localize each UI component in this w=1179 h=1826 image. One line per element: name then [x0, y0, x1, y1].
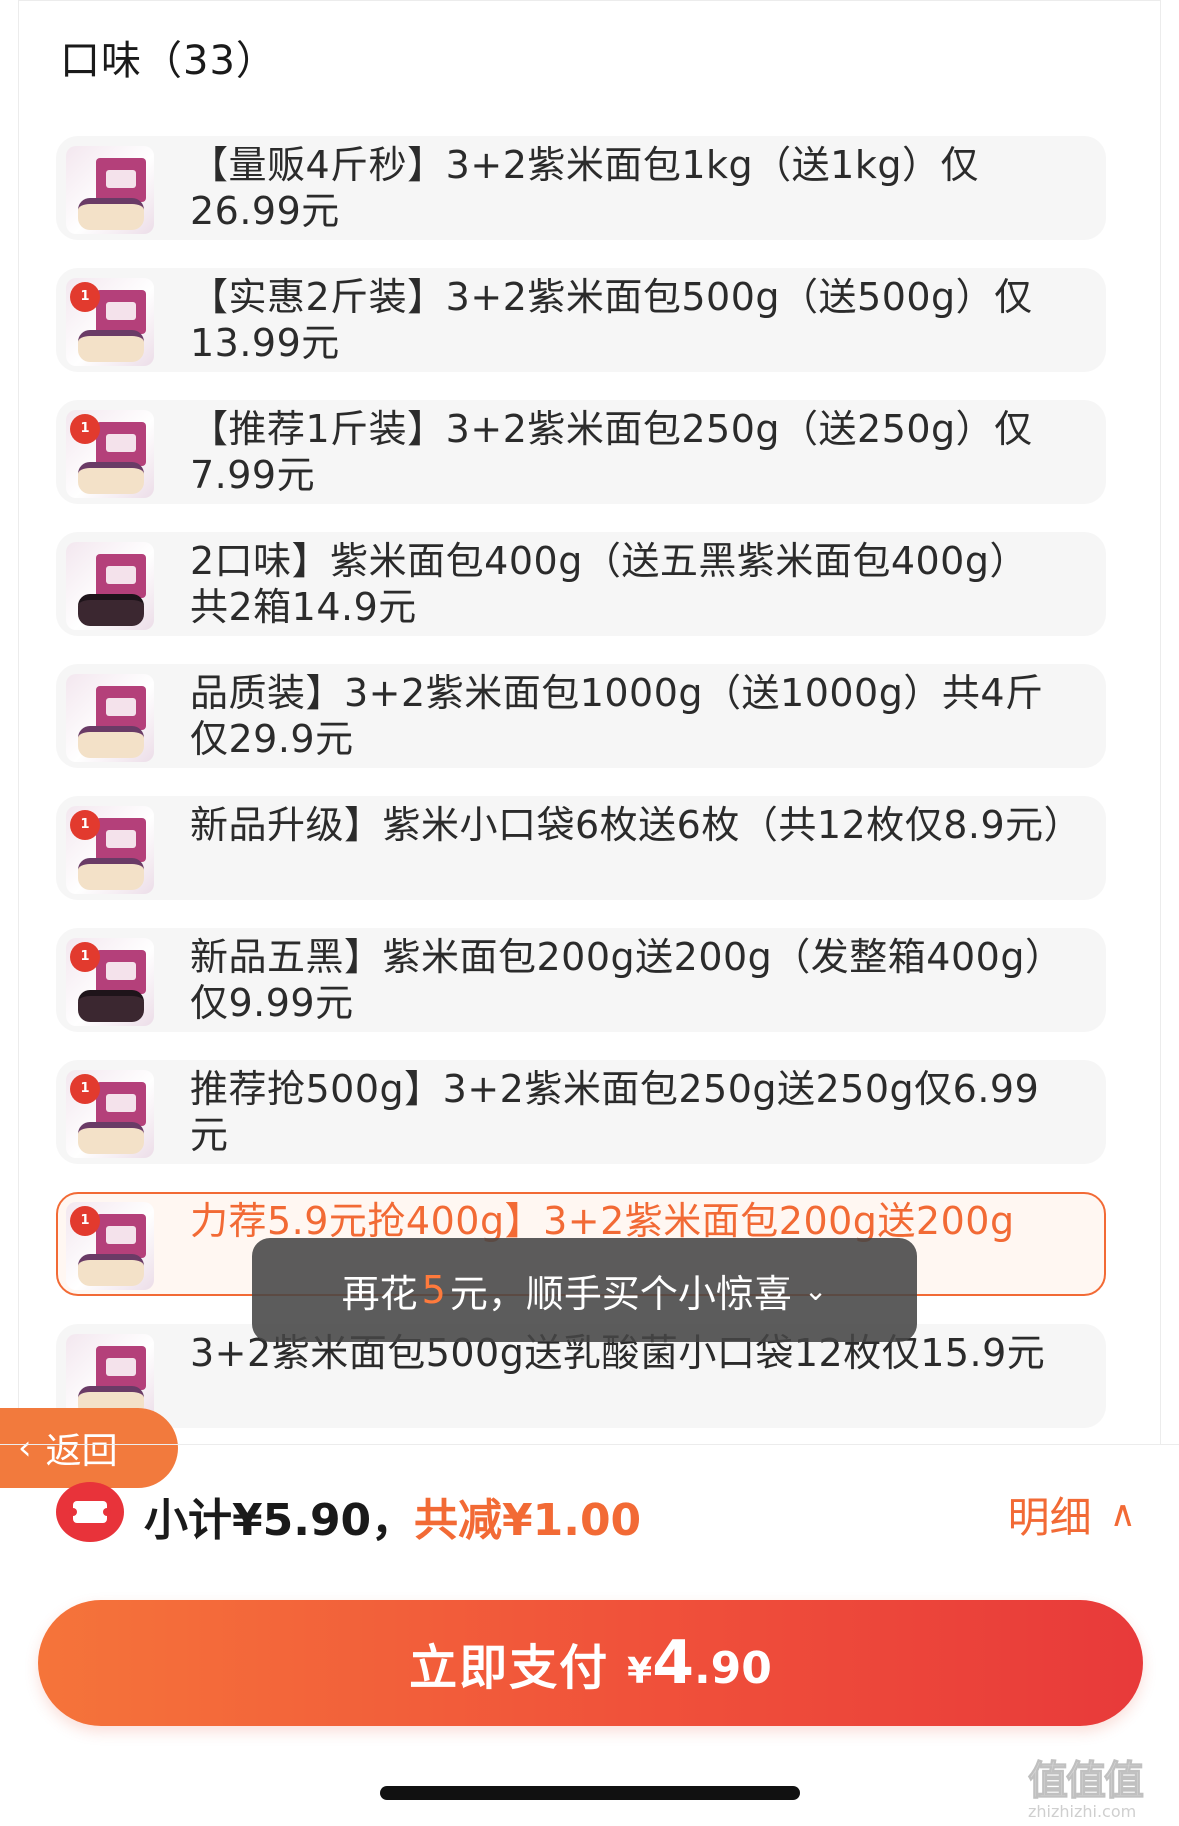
site-watermark: 值值值 zhizhizhi.com [1028, 1748, 1173, 1822]
product-thumbnail: 1 [66, 938, 154, 1026]
product-thumbnail [66, 146, 154, 234]
detail-toggle[interactable]: 明细 ∧ [1008, 1484, 1136, 1545]
toast-prefix: 再花 [341, 1271, 418, 1316]
flavor-option-label: 新品五黑】紫米面包200g送200g（发整箱400g）仅9.99元 [190, 935, 1064, 1025]
flavor-option-label: 推荐抢500g】3+2紫米面包250g送250g仅6.99元 [190, 1067, 1040, 1157]
product-thumbnail: 1 [66, 278, 154, 366]
back-button[interactable]: ‹ 返回 [0, 1408, 178, 1488]
pay-now-button[interactable]: 立即支付 ¥4.90 [38, 1600, 1143, 1726]
flavor-option-label: 品质装】3+2紫米面包1000g（送1000g）共4斤仅29.9元 [190, 671, 1044, 761]
coupon-icon [56, 1482, 124, 1542]
back-label: 返回 [45, 1431, 118, 1472]
flavor-option-label: 2口味】紫米面包400g（送五黑紫米面包400g）共2箱14.9元 [190, 539, 1028, 629]
subtotal-text: 小计¥5.90， [144, 1495, 416, 1546]
section-title: 口味（33） [60, 38, 277, 84]
product-thumbnail: 1 [66, 1202, 154, 1290]
flavor-option-label: 【量贩4斤秒】3+2紫米面包1kg（送1kg）仅26.99元 [190, 143, 979, 233]
quantity-badge: 1 [70, 282, 100, 312]
pay-amount: ¥4.90 [627, 1628, 772, 1698]
product-thumbnail: 1 [66, 806, 154, 894]
watermark-url: zhizhizhi.com [1028, 1802, 1137, 1821]
footer-divider [0, 1444, 1179, 1445]
product-thumbnail: 1 [66, 1070, 154, 1158]
pay-label: 立即支付 [409, 1640, 610, 1696]
flavor-option[interactable]: 1 【实惠2斤装】3+2紫米面包500g（送500g）仅13.99元 [56, 268, 1106, 372]
chevron-left-icon: ‹ [18, 1428, 32, 1468]
flavor-option-label: 【实惠2斤装】3+2紫米面包500g（送500g）仅13.99元 [190, 275, 1033, 365]
chevron-down-icon: ⌄ [803, 1273, 828, 1307]
quantity-badge: 1 [70, 1206, 100, 1236]
discount-text: 共减¥1.00 [414, 1495, 642, 1546]
order-summary: 小计¥5.90， 共减¥1.00 明细 ∧ [56, 1478, 1136, 1548]
flavor-option[interactable]: 1 【推荐1斤装】3+2紫米面包250g（送250g）仅7.99元 [56, 400, 1106, 504]
flavor-option[interactable]: 品质装】3+2紫米面包1000g（送1000g）共4斤仅29.9元 [56, 664, 1106, 768]
quantity-badge: 1 [70, 942, 100, 972]
pay-currency: ¥ [627, 1651, 653, 1692]
quantity-badge: 1 [70, 1074, 100, 1104]
chevron-up-icon: ∧ [1109, 1494, 1136, 1535]
flavor-option-label: 新品升级】紫米小口袋6枚送6枚（共12枚仅8.9元） [190, 803, 1083, 847]
pay-decimal: .90 [693, 1643, 772, 1694]
quantity-badge: 1 [70, 810, 100, 840]
watermark-logo: 值值值 [1028, 1758, 1145, 1805]
flavor-option-label: 【推荐1斤装】3+2紫米面包250g（送250g）仅7.99元 [190, 407, 1033, 497]
flavor-option[interactable]: 1 新品五黑】紫米面包200g送200g（发整箱400g）仅9.99元 [56, 928, 1106, 1032]
upsell-toast[interactable]: 再花 5 元，顺手买个小惊喜 ⌄ [252, 1238, 917, 1342]
flavor-option[interactable]: 【量贩4斤秒】3+2紫米面包1kg（送1kg）仅26.99元 [56, 136, 1106, 240]
product-thumbnail: 1 [66, 410, 154, 498]
flavor-option[interactable]: 1 新品升级】紫米小口袋6枚送6枚（共12枚仅8.9元） [56, 796, 1106, 900]
toast-amount: 5 [421, 1268, 446, 1312]
detail-label: 明细 [1007, 1493, 1092, 1542]
pay-integer: 4 [652, 1628, 694, 1698]
flavor-option[interactable]: 1 推荐抢500g】3+2紫米面包250g送250g仅6.99元 [56, 1060, 1106, 1164]
flavor-option[interactable]: 2口味】紫米面包400g（送五黑紫米面包400g）共2箱14.9元 [56, 532, 1106, 636]
quantity-badge: 1 [70, 414, 100, 444]
toast-suffix: 元，顺手买个小惊喜 [449, 1271, 792, 1316]
product-thumbnail [66, 674, 154, 762]
product-thumbnail [66, 542, 154, 630]
home-indicator [380, 1786, 800, 1800]
